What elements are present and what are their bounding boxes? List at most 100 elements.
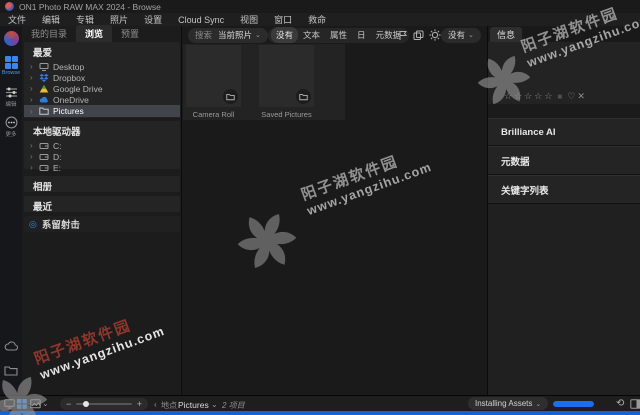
albums-header: 相册 [33, 182, 53, 193]
desktop-icon [39, 62, 49, 71]
rail-edit-label: 编辑 [5, 102, 17, 108]
panel-toggle-icon[interactable] [630, 399, 640, 409]
tile-label: Saved Pictures [261, 110, 312, 119]
window-title: ON1 Photo RAW MAX 2024 - Browse [19, 1, 161, 12]
installing-label: Installing Assets [475, 399, 533, 408]
favorites-card: 最爱 › Desktop › Dropbox › Google Drive › … [24, 42, 180, 118]
albums-card[interactable]: 相册 [24, 176, 180, 193]
chevron-right-icon[interactable]: › [30, 95, 35, 104]
bottom-bar: ⌄ − + ‹ 地点 Pictures ⌄ 2 项目 Installing As… [0, 395, 640, 411]
item-count: 2 项目 [222, 401, 245, 410]
drive-c-row[interactable]: › C: [24, 140, 180, 151]
menu-window[interactable]: 窗口 [266, 13, 300, 26]
search-box[interactable]: 搜索 当前照片 ⌄ [188, 27, 268, 43]
menu-help[interactable]: 救命 [300, 13, 334, 26]
favorites-item-desktop[interactable]: › Desktop [24, 61, 180, 72]
section-metadata[interactable]: 元数据 [488, 146, 640, 175]
favorites-header: 最爱 [33, 48, 53, 59]
menu-cloud-sync[interactable]: Cloud Sync [170, 15, 232, 25]
tile-label: Camera Roll [192, 110, 235, 119]
star-icon[interactable]: ☆ [534, 91, 542, 102]
stack-icon[interactable] [413, 30, 424, 41]
favorites-item-pictures[interactable]: › Pictures [24, 105, 180, 117]
star-icon[interactable]: ☆ [544, 91, 552, 102]
favorites-item-label: Dropbox [53, 72, 86, 83]
zoom-track[interactable] [76, 401, 132, 407]
drive-d-row[interactable]: › D: [24, 151, 180, 162]
tethered-shooting-row[interactable]: ◎ 系留射击 [24, 216, 180, 232]
sliders-icon [5, 87, 17, 98]
drive-icon [39, 164, 49, 171]
flag-icon[interactable] [398, 30, 409, 41]
watermark-logo [238, 212, 296, 270]
refresh-icon[interactable]: ⟲ [616, 398, 624, 409]
location-value[interactable]: Pictures [178, 400, 209, 410]
rail-edit-mode[interactable]: 编辑 [0, 86, 22, 108]
install-progress-bar [553, 401, 594, 407]
favorites-item-label: OneDrive [53, 94, 89, 105]
chevron-down-icon[interactable]: ⌄ [535, 400, 541, 408]
chevron-right-icon[interactable]: › [30, 141, 35, 150]
section-label: 关键字列表 [501, 185, 549, 197]
section-keyword-list[interactable]: 关键字列表 [488, 175, 640, 204]
app-icon [5, 2, 14, 11]
zoom-knob[interactable] [82, 401, 89, 407]
favorites-item-onedrive[interactable]: › OneDrive [24, 94, 180, 105]
like-icon[interactable]: ♡ [567, 91, 575, 102]
filter-none[interactable]: 没有 [271, 27, 299, 43]
taskbar-strip [0, 411, 640, 415]
filter-attributes[interactable]: 属性 [325, 27, 352, 43]
panel-tabs: 我的目录 浏览 预置 [22, 25, 182, 42]
chevron-right-icon[interactable]: › [30, 152, 35, 161]
section-brilliance-ai[interactable]: Brilliance AI [488, 118, 640, 146]
installing-assets-dropdown[interactable]: Installing Assets ⌄ [468, 397, 549, 410]
tab-browse[interactable]: 浏览 [76, 25, 113, 42]
rail-more-mode[interactable]: 更多 [0, 116, 22, 138]
drive-icon [39, 153, 49, 160]
drive-e-row[interactable]: › E: [24, 162, 180, 173]
section-label: 元数据 [501, 156, 530, 168]
favorites-item-dropbox[interactable]: › Dropbox [24, 72, 180, 83]
zoom-out-icon[interactable]: − [66, 399, 71, 409]
chevron-right-icon[interactable]: › [30, 163, 35, 172]
rail-cloud-button[interactable] [0, 341, 22, 352]
tab-info[interactable]: 信息 [490, 27, 523, 42]
zoom-in-icon[interactable]: + [137, 399, 142, 409]
chevron-down-icon[interactable]: ⌄ [211, 400, 218, 409]
folder-tile-camera-roll[interactable] [186, 45, 241, 107]
search-label: 搜索 [195, 30, 213, 40]
chevron-right-icon[interactable]: › [30, 73, 35, 82]
watermark-logo [478, 54, 530, 106]
chevron-right-icon[interactable]: › [30, 107, 35, 116]
reject-icon[interactable]: ✕ [577, 91, 585, 102]
folder-icon [226, 93, 235, 100]
zoom-slider[interactable]: − + [60, 398, 148, 410]
panel-gap [488, 104, 640, 118]
drive-label: C: [53, 140, 62, 151]
search-scope-value: 当前照片 [218, 30, 253, 40]
browse-grid-icon [4, 56, 18, 69]
chevron-down-icon[interactable]: ⌄ [468, 31, 474, 39]
drive-label: E: [53, 162, 62, 173]
filter-text[interactable]: 文本 [298, 27, 325, 43]
chevron-right-icon[interactable]: › [30, 62, 35, 71]
chevron-down-icon[interactable]: ⌄ [255, 31, 261, 39]
folder-tile-saved-pictures[interactable] [259, 45, 314, 107]
filter-date[interactable]: 日 [352, 27, 371, 43]
lightbulb-icon[interactable] [429, 29, 441, 41]
favorites-item-google-drive[interactable]: › Google Drive [24, 83, 180, 94]
tab-my-catalogs[interactable]: 我的目录 [22, 25, 76, 42]
color-label-icon[interactable]: ■ [557, 92, 562, 101]
rail-browse-mode[interactable]: Browse [0, 56, 22, 76]
tab-presets[interactable]: 预置 [112, 25, 148, 42]
recent-card[interactable]: 最近 [24, 196, 180, 213]
folder-badge [223, 89, 238, 104]
dropbox-icon [39, 73, 49, 82]
local-drives-card: 本地驱动器 › C: › D: › E: [24, 121, 180, 173]
location-label: 地点 [161, 401, 177, 410]
back-icon[interactable]: ‹ [154, 400, 157, 409]
rail-browse-label: Browse [1, 70, 21, 76]
chevron-right-icon[interactable]: › [30, 84, 35, 93]
sort-dropdown[interactable]: 没有 ⌄ [441, 27, 481, 43]
menu-view[interactable]: 视图 [232, 13, 266, 26]
